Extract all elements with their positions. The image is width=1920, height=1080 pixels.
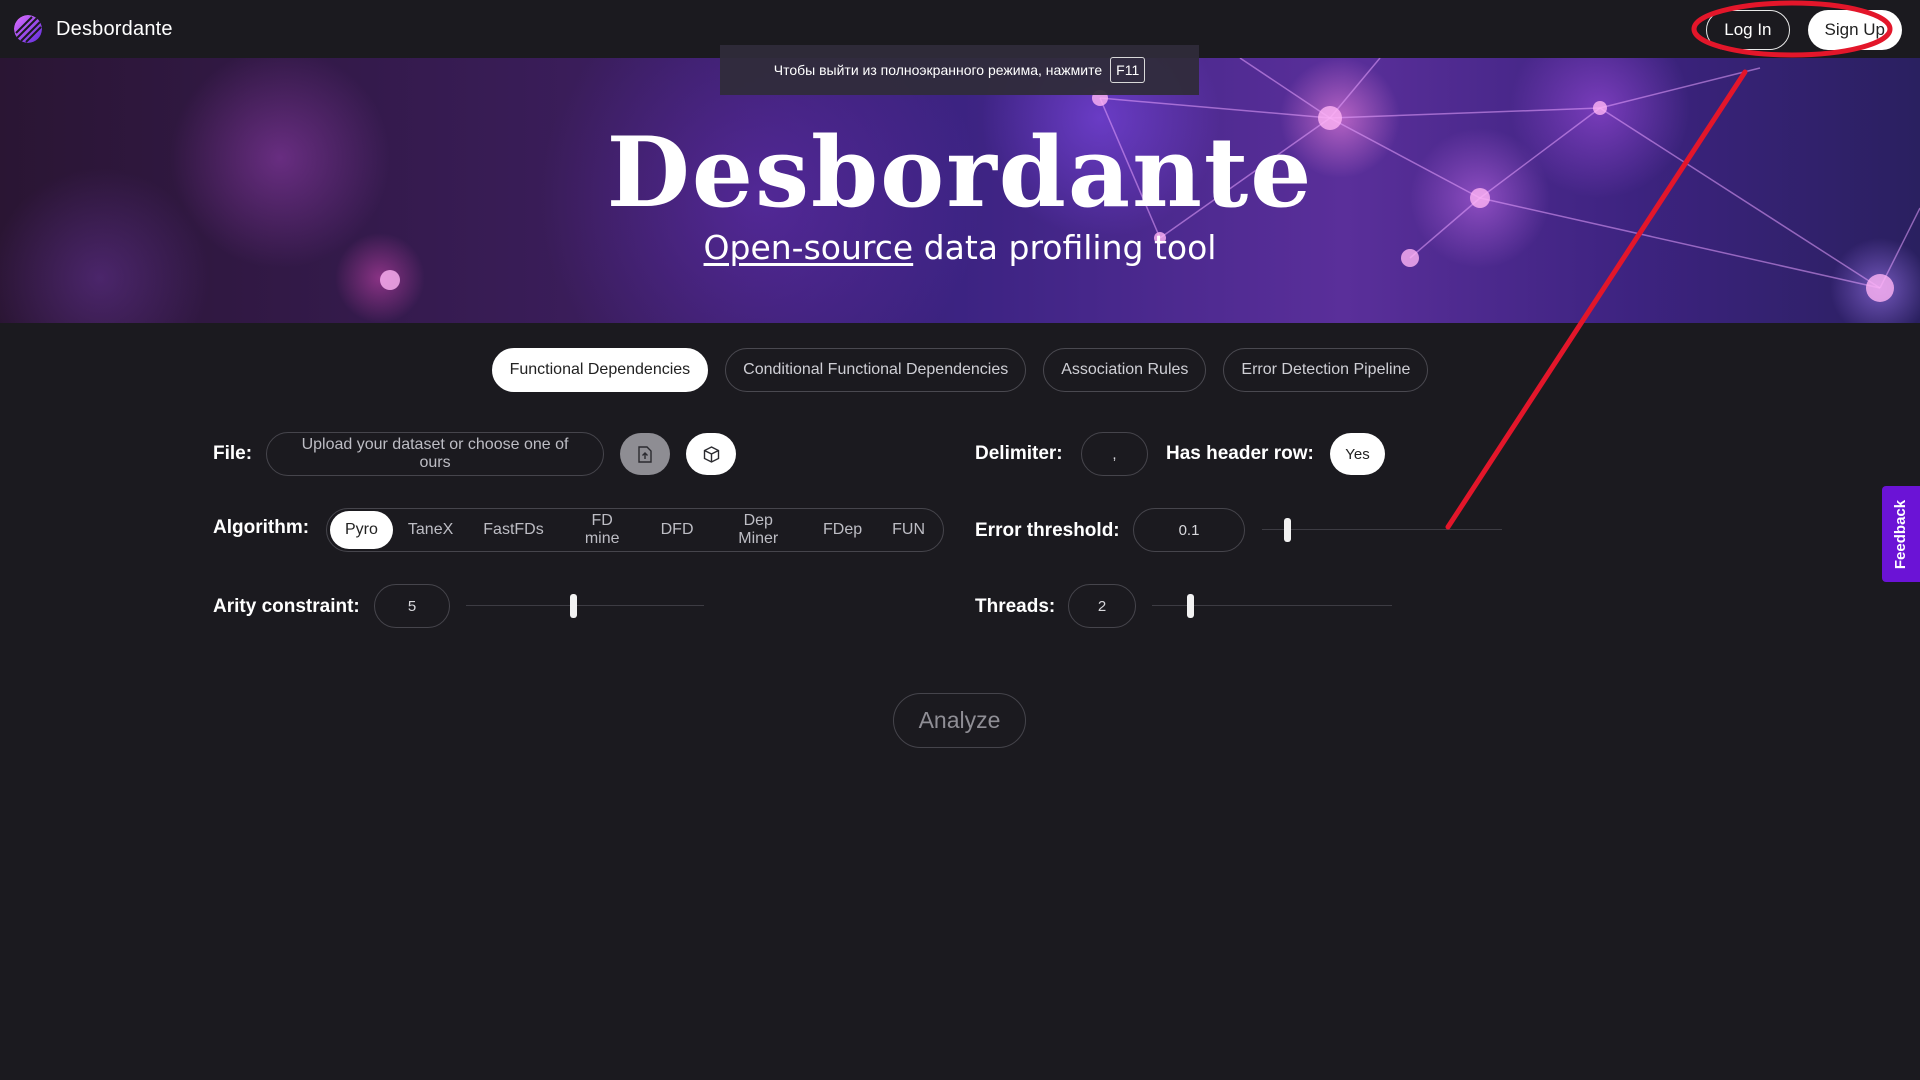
brand[interactable]: Desbordante: [14, 15, 173, 43]
error-threshold-input[interactable]: 0.1: [1133, 508, 1245, 552]
algorithm-label: Algorithm:: [213, 517, 310, 538]
hero-subtitle-text: data profiling tool: [913, 228, 1217, 267]
box-icon: [703, 445, 719, 463]
arity-constraint-slider[interactable]: [466, 594, 704, 618]
analyze-button[interactable]: Analyze: [893, 693, 1026, 748]
algorithm-option-fun[interactable]: FUN: [877, 511, 940, 549]
algorithm-selector: Pyro TaneX FastFDs FD mine DFD Dep Miner…: [326, 508, 944, 552]
arity-constraint-label: Arity constraint:: [213, 596, 360, 617]
algorithm-option-fastfds[interactable]: FastFDs: [468, 511, 558, 549]
header-row-label: Has header row:: [1166, 443, 1314, 464]
threads-label: Threads:: [975, 596, 1056, 617]
choose-builtin-dataset-button[interactable]: [686, 433, 736, 475]
login-button[interactable]: Log In: [1706, 10, 1790, 50]
delimiter-input[interactable]: ,: [1081, 432, 1148, 476]
slider-thumb[interactable]: [1187, 594, 1194, 618]
feedback-label: Feedback: [1892, 499, 1910, 569]
open-source-link[interactable]: Open-source: [704, 228, 914, 267]
threads-input[interactable]: 2: [1068, 584, 1136, 628]
file-upload-icon: [638, 445, 652, 463]
tab-error-detection-pipeline[interactable]: Error Detection Pipeline: [1223, 348, 1429, 392]
upload-file-button[interactable]: [620, 433, 670, 475]
algorithm-option-dep-miner[interactable]: Dep Miner: [709, 511, 808, 549]
threads-slider[interactable]: [1152, 594, 1392, 618]
slider-track: [466, 605, 704, 606]
f11-key-badge: F11: [1110, 57, 1146, 83]
feedback-tab[interactable]: Feedback: [1882, 486, 1920, 582]
algorithm-option-dfd[interactable]: DFD: [646, 511, 709, 549]
header-row-toggle[interactable]: Yes: [1330, 433, 1385, 475]
algorithm-option-tanex[interactable]: TaneX: [393, 511, 468, 549]
brand-name: Desbordante: [56, 17, 173, 40]
fullscreen-exit-notice: Чтобы выйти из полноэкранного режима, на…: [720, 45, 1199, 95]
slider-thumb[interactable]: [570, 594, 577, 618]
error-threshold-slider[interactable]: [1262, 518, 1502, 542]
algorithm-option-fd-mine[interactable]: FD mine: [559, 511, 646, 549]
page: Desbordante Log In Sign Up Desbordante O…: [0, 0, 1920, 1080]
primitive-tabs: Functional Dependencies Conditional Func…: [0, 348, 1920, 392]
tab-conditional-functional-dependencies[interactable]: Conditional Functional Dependencies: [725, 348, 1027, 392]
algorithm-option-fdep[interactable]: FDep: [808, 511, 877, 549]
tab-association-rules[interactable]: Association Rules: [1043, 348, 1207, 392]
slider-thumb[interactable]: [1284, 518, 1291, 542]
auth-buttons: Log In Sign Up: [1706, 10, 1902, 50]
hero-subtitle: Open-source data profiling tool: [0, 228, 1920, 267]
fullscreen-notice-text: Чтобы выйти из полноэкранного режима, на…: [773, 62, 1103, 78]
algorithm-option-pyro[interactable]: Pyro: [330, 511, 393, 549]
file-label: File:: [213, 443, 253, 464]
delimiter-label: Delimiter:: [975, 443, 1063, 464]
desbordante-logo-icon: [14, 15, 42, 43]
hero-title: Desbordante: [606, 116, 1314, 229]
dataset-upload-field[interactable]: Upload your dataset or choose one of our…: [266, 432, 604, 476]
tab-functional-dependencies[interactable]: Functional Dependencies: [491, 348, 709, 392]
hero-banner: Desbordante Open-source data profiling t…: [0, 58, 1920, 323]
arity-constraint-input[interactable]: 5: [374, 584, 450, 628]
error-threshold-label: Error threshold:: [975, 520, 1120, 541]
slider-track: [1262, 529, 1502, 530]
signup-button[interactable]: Sign Up: [1807, 10, 1902, 50]
